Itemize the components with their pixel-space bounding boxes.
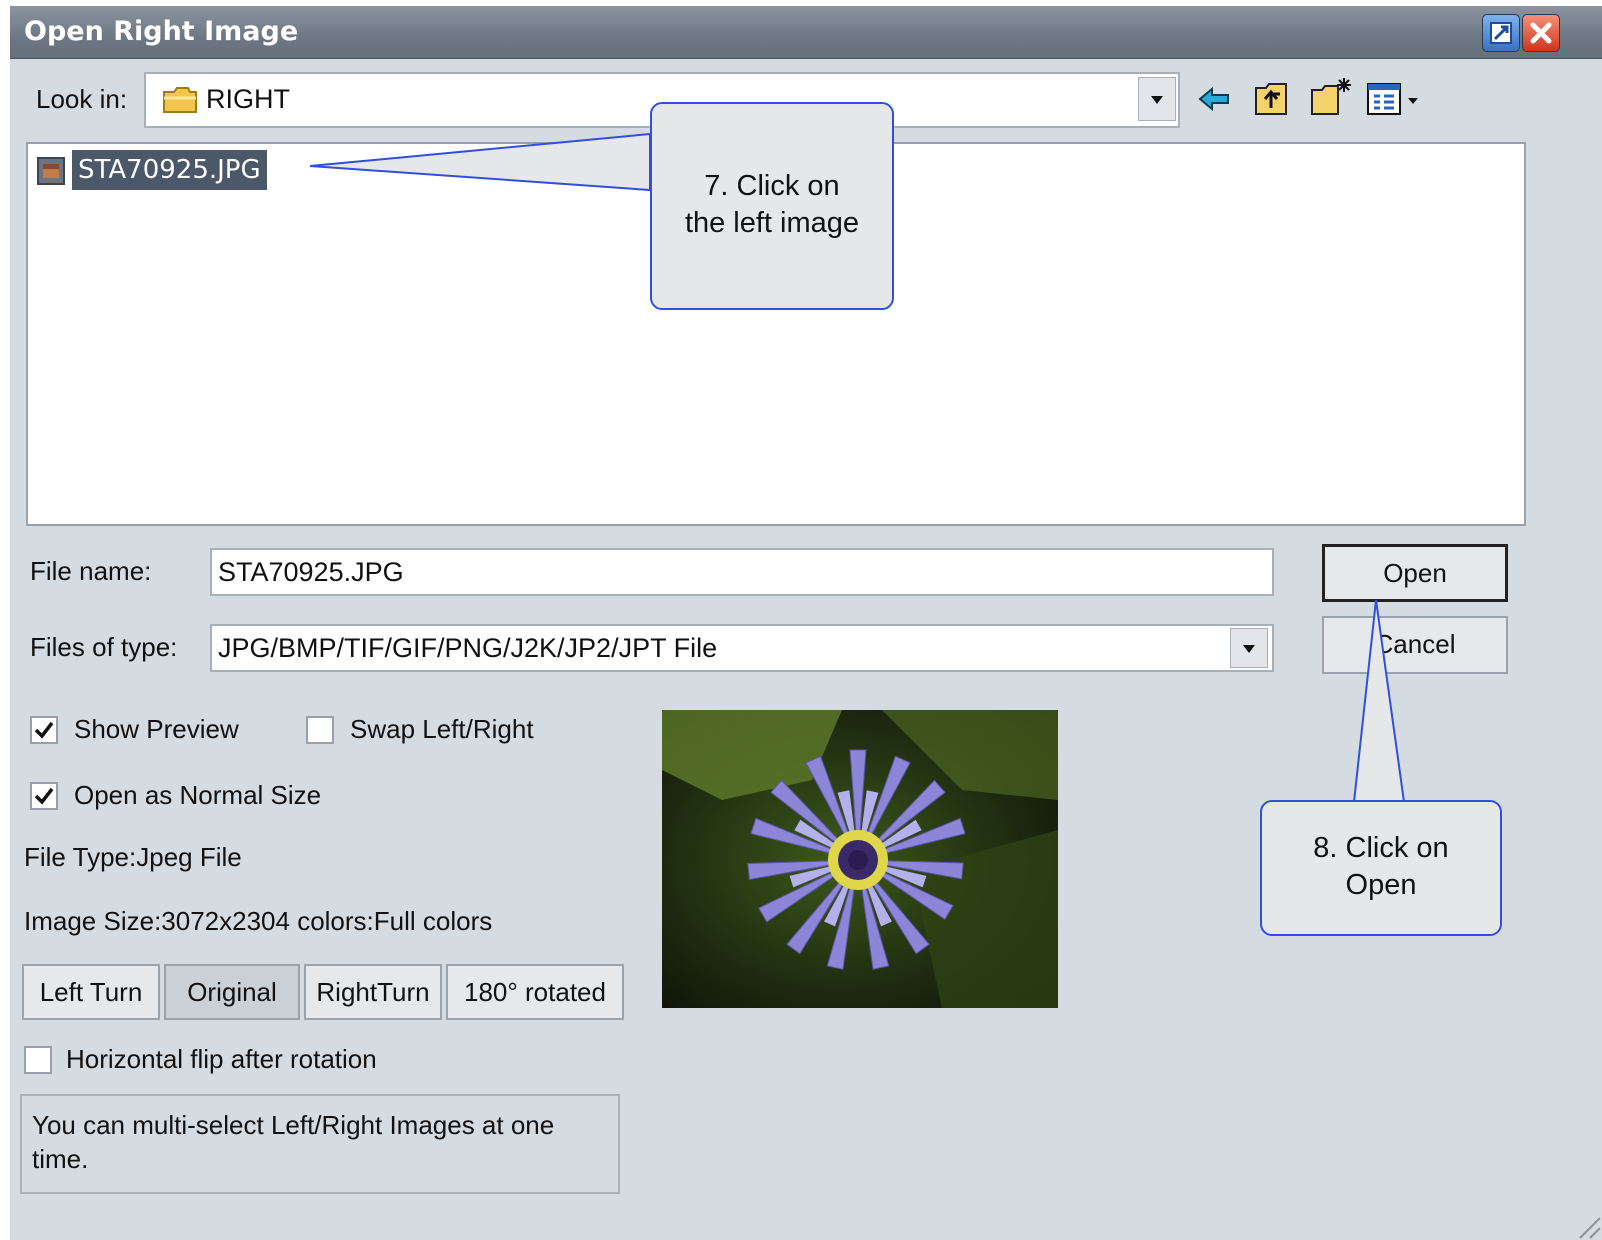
callout-step-7-line2: the left image (684, 207, 860, 239)
callout-step-8-line1: 8. Click on (1313, 832, 1449, 864)
callout-step-7-line1: 7. Click on (704, 170, 840, 202)
callout-step-7: 7. Click on the left image (650, 102, 894, 310)
callout-step-8: 8. Click on Open (1260, 800, 1502, 936)
callout-step-8-line2: Open (1345, 869, 1417, 901)
